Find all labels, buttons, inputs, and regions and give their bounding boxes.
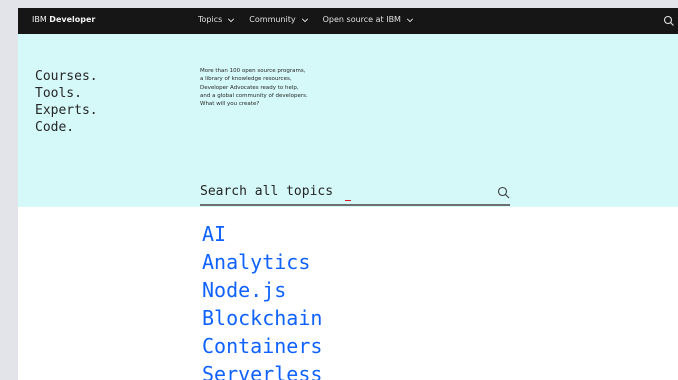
topic-link-serverless[interactable]: Serverless: [202, 360, 322, 380]
search-input-value: Search all topics: [200, 184, 334, 199]
tagline-line: Courses.: [35, 69, 98, 84]
chevron-down-icon: [406, 17, 414, 22]
hero-intro-text: More than 100 open source programs, a li…: [200, 67, 370, 108]
brand-name: Developer: [49, 15, 96, 24]
page: IBM Developer Topics Community Open sour…: [18, 8, 678, 380]
topic-link-ai[interactable]: AI: [202, 220, 322, 248]
intro-line: Developer Advocates ready to help,: [200, 84, 299, 91]
main-nav: Topics Community Open source at IBM: [198, 15, 414, 24]
tagline-line: Tools.: [35, 86, 82, 101]
hero-tagline: Courses. Tools. Experts. Code.: [35, 68, 98, 136]
topic-list: AI Analytics Node.js Blockchain Containe…: [202, 220, 322, 380]
nav-topics-label: Topics: [198, 15, 223, 24]
topic-link-blockchain[interactable]: Blockchain: [202, 304, 322, 332]
ibm-developer-logo[interactable]: IBM Developer: [32, 15, 95, 24]
chevron-down-icon: [228, 17, 235, 22]
nav-community-label: Community: [249, 15, 296, 24]
intro-line: and a global community of developers.: [200, 92, 308, 99]
search-icon[interactable]: [497, 186, 510, 199]
text-cursor: [345, 200, 351, 201]
nav-community[interactable]: Community: [249, 15, 308, 24]
nav-open-source[interactable]: Open source at IBM: [323, 15, 414, 24]
nav-topics[interactable]: Topics: [198, 15, 235, 24]
topic-link-nodejs[interactable]: Node.js: [202, 276, 322, 304]
top-navigation-bar: IBM Developer Topics Community Open sour…: [18, 8, 678, 34]
topic-search-input[interactable]: Search all topics: [200, 182, 510, 206]
intro-line: a library of knowledge resources,: [200, 76, 292, 83]
brand-prefix: IBM: [32, 15, 47, 24]
topic-link-analytics[interactable]: Analytics: [202, 248, 322, 276]
tagline-line: Code.: [35, 120, 75, 135]
nav-open-source-label: Open source at IBM: [322, 15, 401, 24]
tagline-line: Experts.: [35, 103, 98, 118]
chevron-down-icon: [301, 17, 308, 22]
intro-line: More than 100 open source programs,: [200, 68, 306, 74]
topic-link-containers[interactable]: Containers: [202, 332, 322, 360]
intro-line: What will you create?: [200, 101, 260, 108]
search-icon[interactable]: [663, 15, 675, 27]
